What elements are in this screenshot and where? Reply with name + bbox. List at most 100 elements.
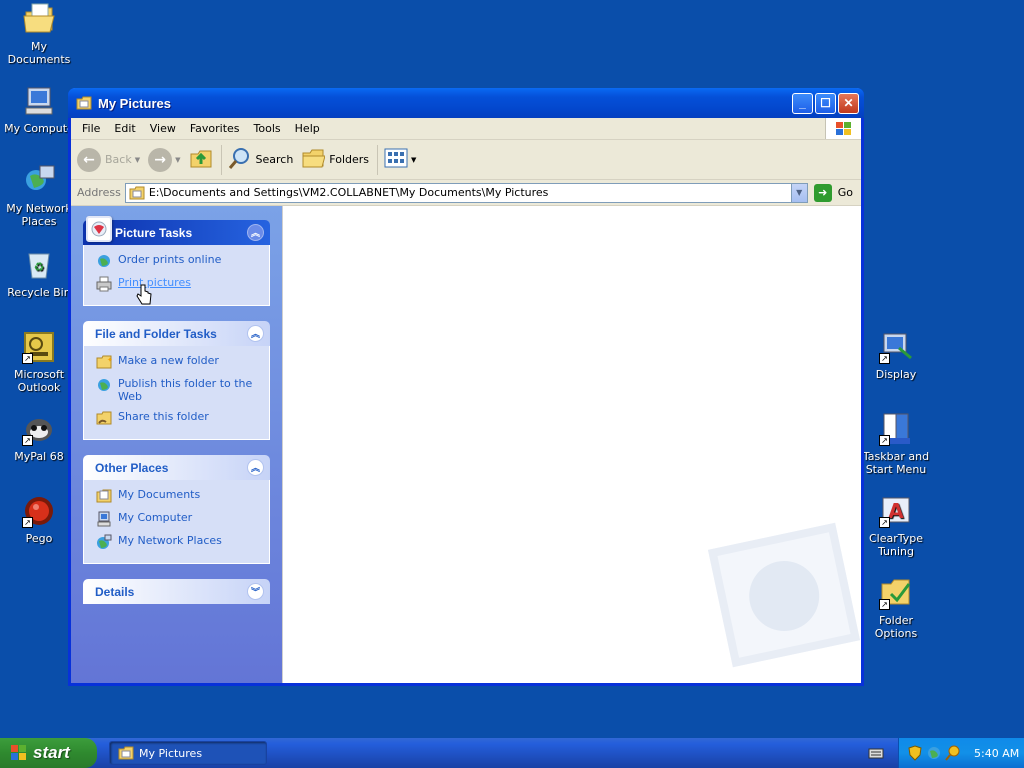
desktop-icon-recycle-bin[interactable]: ♻ Recycle Bin [0,248,78,299]
display-icon: ↗ [879,330,913,364]
desktop-icon-my-computer[interactable]: My Compute [0,84,78,135]
file-view-pane[interactable] [282,206,861,683]
desktop-icon-label: Recycle Bin [7,286,71,299]
back-button[interactable]: ← Back ▼ [77,147,140,172]
other-places-my-documents-link[interactable]: My Documents [96,488,261,504]
close-button[interactable]: ✕ [838,92,859,114]
folders-icon [301,146,326,173]
search-icon [228,146,252,173]
desktop-icon-folder-options[interactable]: ↗ Folder Options [857,576,935,640]
other-places-network-link[interactable]: My Network Places [96,534,261,550]
file-folder-tasks-header[interactable]: File and Folder Tasks ︽ [83,321,270,346]
menu-favorites[interactable]: Favorites [183,120,247,137]
security-shield-icon[interactable] [907,745,923,761]
search-tray-icon[interactable] [945,745,961,761]
menu-edit[interactable]: Edit [107,120,142,137]
keyboard-icon[interactable] [868,746,884,760]
taskbar-window-button[interactable]: My Pictures [109,741,267,765]
folders-button[interactable]: Folders [301,146,369,173]
menu-bar: File Edit View Favorites Tools Help [71,118,861,140]
back-label: Back [105,153,132,166]
explorer-window: My Pictures _ ☐ ✕ File Edit View Favorit… [68,88,864,686]
menu-tools[interactable]: Tools [247,120,288,137]
window-title: My Pictures [98,95,171,111]
shortcut-arrow-icon: ↗ [879,517,890,528]
back-dropdown-icon[interactable]: ▼ [135,156,140,164]
details-header[interactable]: Details ︾ [83,579,270,604]
print-pictures-link[interactable]: Print pictures [96,276,261,292]
picture-tasks-header[interactable]: Picture Tasks ︽ [83,216,270,245]
desktop-icon-cleartype[interactable]: A ↗ ClearType Tuning [857,494,935,558]
file-folder-tasks-title: File and Folder Tasks [95,326,217,341]
svg-text:♻: ♻ [34,260,45,274]
desktop-icon-taskbar-start-menu[interactable]: ↗ Taskbar and Start Menu [857,412,935,476]
publish-folder-web-link[interactable]: Publish this folder to the Web [96,377,261,403]
desktop-icon-label: My Network Places [6,202,72,228]
folder-options-icon: ↗ [879,576,913,610]
collapse-chevron-up-icon[interactable]: ︽ [247,224,264,241]
maximize-button[interactable]: ☐ [815,92,836,114]
address-dropdown-icon[interactable]: ▼ [790,183,807,202]
collapse-chevron-up-icon[interactable]: ︽ [247,459,264,476]
system-tray: 5:40 AM [898,738,1024,768]
other-places-body: My Documents My Computer My Network Plac… [83,480,270,564]
go-label: Go [837,186,853,199]
collapse-chevron-up-icon[interactable]: ︽ [247,325,264,342]
desktop-icon-display[interactable]: ↗ Display [857,330,935,381]
desktop-icon-mypal[interactable]: ↗ MyPal 68 [0,412,78,463]
desktop-icon-label: ClearType Tuning [868,532,924,558]
views-button[interactable]: ▼ [384,148,416,171]
back-arrow-icon: ← [77,147,101,172]
order-prints-online-link[interactable]: Order prints online [96,253,261,269]
go-button[interactable]: ➜ Go [808,183,861,202]
search-button[interactable]: Search [228,146,293,173]
task-label: My Network Places [118,534,222,547]
taskbar-window-label: My Pictures [139,746,203,760]
address-input[interactable]: E:\Documents and Settings\VM2.COLLABNET\… [124,182,808,203]
share-folder-link[interactable]: Share this folder [96,410,261,426]
menu-file[interactable]: File [75,120,107,137]
menu-help[interactable]: Help [288,120,327,137]
task-label: Make a new folder [118,354,219,367]
start-button[interactable]: start [0,738,97,768]
forward-dropdown-icon[interactable]: ▼ [175,156,180,164]
other-places-my-computer-link[interactable]: My Computer [96,511,261,527]
windows-logo-icon [825,118,861,139]
cleartype-icon: A ↗ [879,494,913,528]
address-label: Address [77,186,121,199]
forward-button[interactable]: → ▼ [148,147,181,172]
minimize-button[interactable]: _ [792,92,813,114]
file-folder-tasks-panel: File and Folder Tasks ︽ ✦ Make a new fol… [83,321,270,440]
pictures-watermark-icon [707,522,861,668]
network-status-icon[interactable] [926,745,942,761]
picture-tasks-title: Picture Tasks [115,225,193,240]
toolbar-separator [220,144,222,175]
expand-chevron-down-icon[interactable]: ︾ [247,583,264,600]
clock[interactable]: 5:40 AM [974,747,1019,760]
desktop-icon-my-documents[interactable]: My Documents [0,2,78,66]
my-computer-small-icon [96,511,112,527]
svg-text:A: A [888,499,904,523]
other-places-title: Other Places [95,460,169,475]
file-folder-tasks-body: ✦ Make a new folder Publish this folder … [83,346,270,440]
up-folder-button[interactable] [189,146,213,173]
desktop-icon-network-places[interactable]: My Network Places [0,164,78,228]
details-title: Details [95,584,135,599]
desktop-icon-pego[interactable]: ↗ Pego [0,494,78,545]
svg-text:✦: ✦ [107,356,112,364]
windows-flag-icon [10,744,28,762]
shortcut-arrow-icon: ↗ [22,353,33,364]
window-titlebar[interactable]: My Pictures _ ☐ ✕ [68,88,864,118]
menu-view[interactable]: View [143,120,183,137]
my-pictures-folder-icon [76,95,92,111]
minimize-icon: _ [799,96,806,110]
address-value: E:\Documents and Settings\VM2.COLLABNET\… [148,186,549,199]
new-folder-icon: ✦ [96,354,113,370]
address-folder-icon [129,185,145,201]
desktop-icon-label: Folder Options [874,614,918,640]
make-new-folder-link[interactable]: ✦ Make a new folder [96,354,261,370]
desktop-icon-outlook[interactable]: ↗ Microsoft Outlook [0,330,78,394]
shortcut-arrow-icon: ↗ [22,517,33,528]
shortcut-arrow-icon: ↗ [879,353,890,364]
other-places-header[interactable]: Other Places ︽ [83,455,270,480]
